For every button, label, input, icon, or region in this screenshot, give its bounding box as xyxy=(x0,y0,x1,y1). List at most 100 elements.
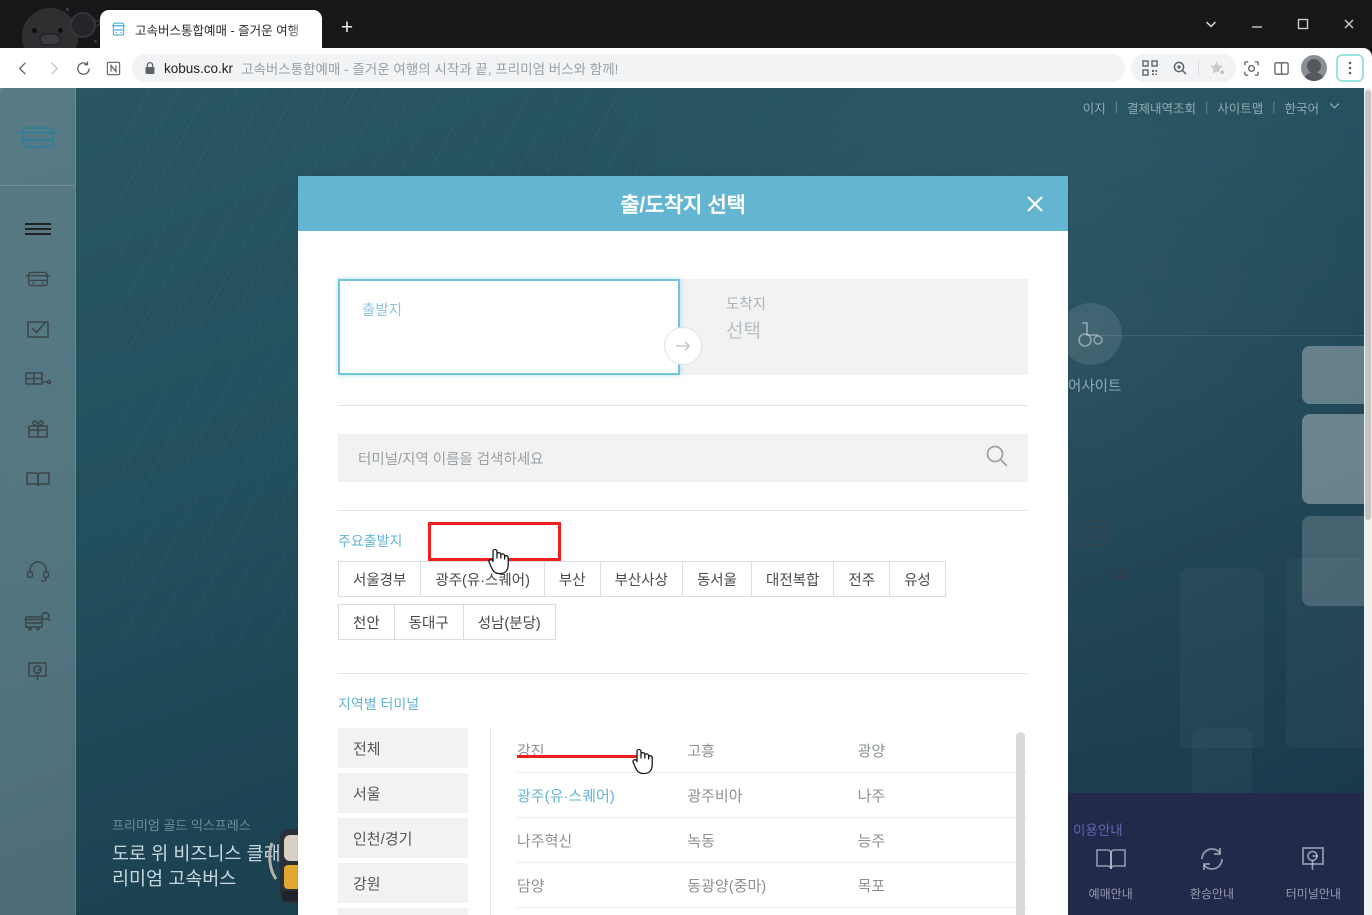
chip-daejeon-bokhap[interactable]: 대전복합 xyxy=(751,561,835,597)
side-widget-2[interactable] xyxy=(1302,414,1372,504)
regional-terminals-area: 전체 서울 인천/경기 강원 대전/충남 충북 광주/전남 강진 고흥 xyxy=(338,728,1028,915)
arrival-field[interactable]: 도착지 선택 xyxy=(678,279,1028,375)
forward-icon[interactable] xyxy=(38,53,68,83)
address-bar[interactable]: kobus.co.kr 고속버스통합예매 - 즐거운 여행의 시작과 끝, 프리… xyxy=(132,54,1125,82)
chip-busan[interactable]: 부산 xyxy=(543,561,601,597)
departure-field[interactable]: 출발지 xyxy=(338,279,680,375)
region-item-seoul[interactable]: 서울 xyxy=(338,773,468,813)
chip-busan-sasang[interactable]: 부산사상 xyxy=(599,561,683,597)
accessibility-badge-icon[interactable] xyxy=(1060,303,1122,365)
screen-capture-icon[interactable] xyxy=(1236,53,1266,83)
profile-avatar[interactable] xyxy=(1301,55,1327,81)
bus-icon[interactable] xyxy=(0,254,75,304)
browser-menu-icon[interactable] xyxy=(1336,54,1364,82)
modal-header: 출/도착지 선택 xyxy=(298,176,1068,231)
topnav-item-0[interactable]: 이지 xyxy=(1074,98,1115,117)
topnav-item-1[interactable]: 결제내역조회 xyxy=(1118,98,1205,117)
minimize-button[interactable] xyxy=(1234,0,1280,48)
chevron-down-icon[interactable] xyxy=(1328,99,1350,115)
chip-dongdaegu[interactable]: 동대구 xyxy=(393,604,464,640)
tab-title: 고속버스통합예매 - 즐거운 여행 xyxy=(135,23,300,38)
chip-yuseong[interactable]: 유성 xyxy=(889,561,946,597)
guide-item-terminal[interactable]: 터미널안내 xyxy=(1263,845,1364,902)
chip-dongseoul[interactable]: 동서울 xyxy=(681,561,752,597)
origin-destination-modal: 출/도착지 선택 출발지 도착지 선택 터미널/지역 이름을 검색하세요 주요출… xyxy=(298,176,1068,915)
close-window-button[interactable] xyxy=(1326,0,1372,48)
toolbar-actions xyxy=(1131,53,1364,83)
back-icon[interactable] xyxy=(8,53,38,83)
terminal-cell[interactable]: 나주 xyxy=(858,785,1028,806)
hero-divider xyxy=(1092,335,1372,336)
browser-tab[interactable]: 고속버스통합예매 - 즐거운 여행 xyxy=(100,10,322,48)
chip-jeonju[interactable]: 전주 xyxy=(833,561,891,597)
terminal-cell[interactable]: 나주혁신 xyxy=(517,830,687,851)
guide-item-label: 터미널안내 xyxy=(1285,887,1341,901)
terminal-cell-gwangju-usquare[interactable]: 광주(유·스퀘어) xyxy=(517,785,687,806)
guide-panel-title: 이용안내 xyxy=(1073,823,1123,838)
terminal-cell[interactable]: 고흥 xyxy=(687,740,857,761)
new-tab-button[interactable]: + xyxy=(333,15,361,43)
bus-seat-icon[interactable] xyxy=(0,354,75,404)
bus-favicon xyxy=(110,21,127,38)
arrival-label: 도착지 xyxy=(726,297,767,313)
book-open-icon[interactable] xyxy=(0,454,75,504)
split-view-icon[interactable] xyxy=(1266,53,1296,83)
guide-item-booking[interactable]: 예매안내 xyxy=(1060,845,1161,902)
terminal-cell[interactable]: 능주 xyxy=(858,830,1028,851)
add-bookmark-icon[interactable] xyxy=(1202,53,1232,83)
chip-seoul-gyeongbu[interactable]: 서울경부 xyxy=(338,561,422,597)
region-item-gangwon[interactable]: 강원 xyxy=(338,863,468,903)
terminal-cell[interactable]: 광양 xyxy=(858,740,1028,761)
terminal-cell[interactable]: 동광양(중마) xyxy=(687,875,857,896)
guide-item-label: 환승안내 xyxy=(1189,887,1235,901)
chip-seongnam-bundang[interactable]: 성남(분당) xyxy=(462,604,556,640)
arrow-right-icon[interactable] xyxy=(664,327,702,365)
refresh-icon xyxy=(1196,845,1228,878)
check-ticket-icon[interactable] xyxy=(0,304,75,354)
terminal-cell[interactable]: 담양 xyxy=(517,875,687,896)
chip-cheonan[interactable]: 천안 xyxy=(338,604,395,640)
maximize-button[interactable] xyxy=(1280,0,1326,48)
url-page-title: 고속버스통합예매 - 즐거운 여행의 시작과 끝, 프리미엄 버스와 함께! xyxy=(241,62,619,77)
terminal-sign-icon[interactable] xyxy=(0,646,75,696)
close-icon[interactable] xyxy=(1018,187,1052,221)
table-row: 강진 고흥 광양 xyxy=(517,728,1028,773)
url-host: kobus.co.kr xyxy=(164,60,234,76)
zoom-search-icon[interactable] xyxy=(1165,53,1195,83)
side-widget-1[interactable] xyxy=(1302,346,1372,404)
keypad-icon xyxy=(1076,520,1106,546)
lock-icon xyxy=(144,61,156,75)
whale-mascot-decoration xyxy=(8,6,100,48)
terminal-search-field[interactable]: 터미널/지역 이름을 검색하세요 xyxy=(338,434,1028,482)
reload-icon[interactable] xyxy=(68,53,98,83)
terminal-cell[interactable]: 목포 xyxy=(858,875,1028,896)
topnav-item-2[interactable]: 사이트맵 xyxy=(1208,98,1272,117)
guide-item-transfer[interactable]: 환승안내 xyxy=(1161,845,1262,902)
terminal-cell[interactable]: 광주비아 xyxy=(687,785,857,806)
bus-logo-icon[interactable] xyxy=(0,88,75,186)
chip-gwangju-usquare[interactable]: 광주(유·스퀘어) xyxy=(420,561,545,597)
terminal-cell[interactable]: 녹동 xyxy=(687,830,857,851)
hamburger-menu-icon[interactable] xyxy=(0,204,75,254)
qr-code-icon[interactable] xyxy=(1135,53,1165,83)
search-icon[interactable] xyxy=(984,443,1010,474)
tab-strip: 고속버스통합예매 - 즐거운 여행 + xyxy=(100,8,361,48)
region-item-incheon-gyeonggi[interactable]: 인천/경기 xyxy=(338,818,468,858)
guide-panel: 이용안내 예매안내 환승안내 터미널안내 xyxy=(1060,793,1364,915)
gift-icon[interactable] xyxy=(0,404,75,454)
expand-chevron-icon[interactable] xyxy=(1188,0,1234,48)
foreign-site-link[interactable]: 어사이트 xyxy=(1068,375,1121,396)
side-widget-3[interactable] xyxy=(1302,516,1372,606)
bus-search-icon[interactable] xyxy=(0,596,75,646)
page-scrollbar-thumb[interactable] xyxy=(1365,90,1371,520)
terminal-list-scrollbar[interactable] xyxy=(1016,732,1025,915)
annotation-terminal-underline xyxy=(517,755,641,758)
naver-whale-icon[interactable] xyxy=(98,53,128,83)
region-item-all[interactable]: 전체 xyxy=(338,728,468,768)
headset-icon[interactable] xyxy=(0,546,75,596)
divider-1 xyxy=(338,405,1028,406)
region-item-daejeon-chungnam[interactable]: 대전/충남 xyxy=(338,908,468,915)
browser-titlebar: 고속버스통합예매 - 즐거운 여행 + xyxy=(0,0,1372,48)
page-scrollbar[interactable] xyxy=(1364,88,1372,915)
topnav-language-selector[interactable]: 한국어 xyxy=(1275,98,1328,117)
